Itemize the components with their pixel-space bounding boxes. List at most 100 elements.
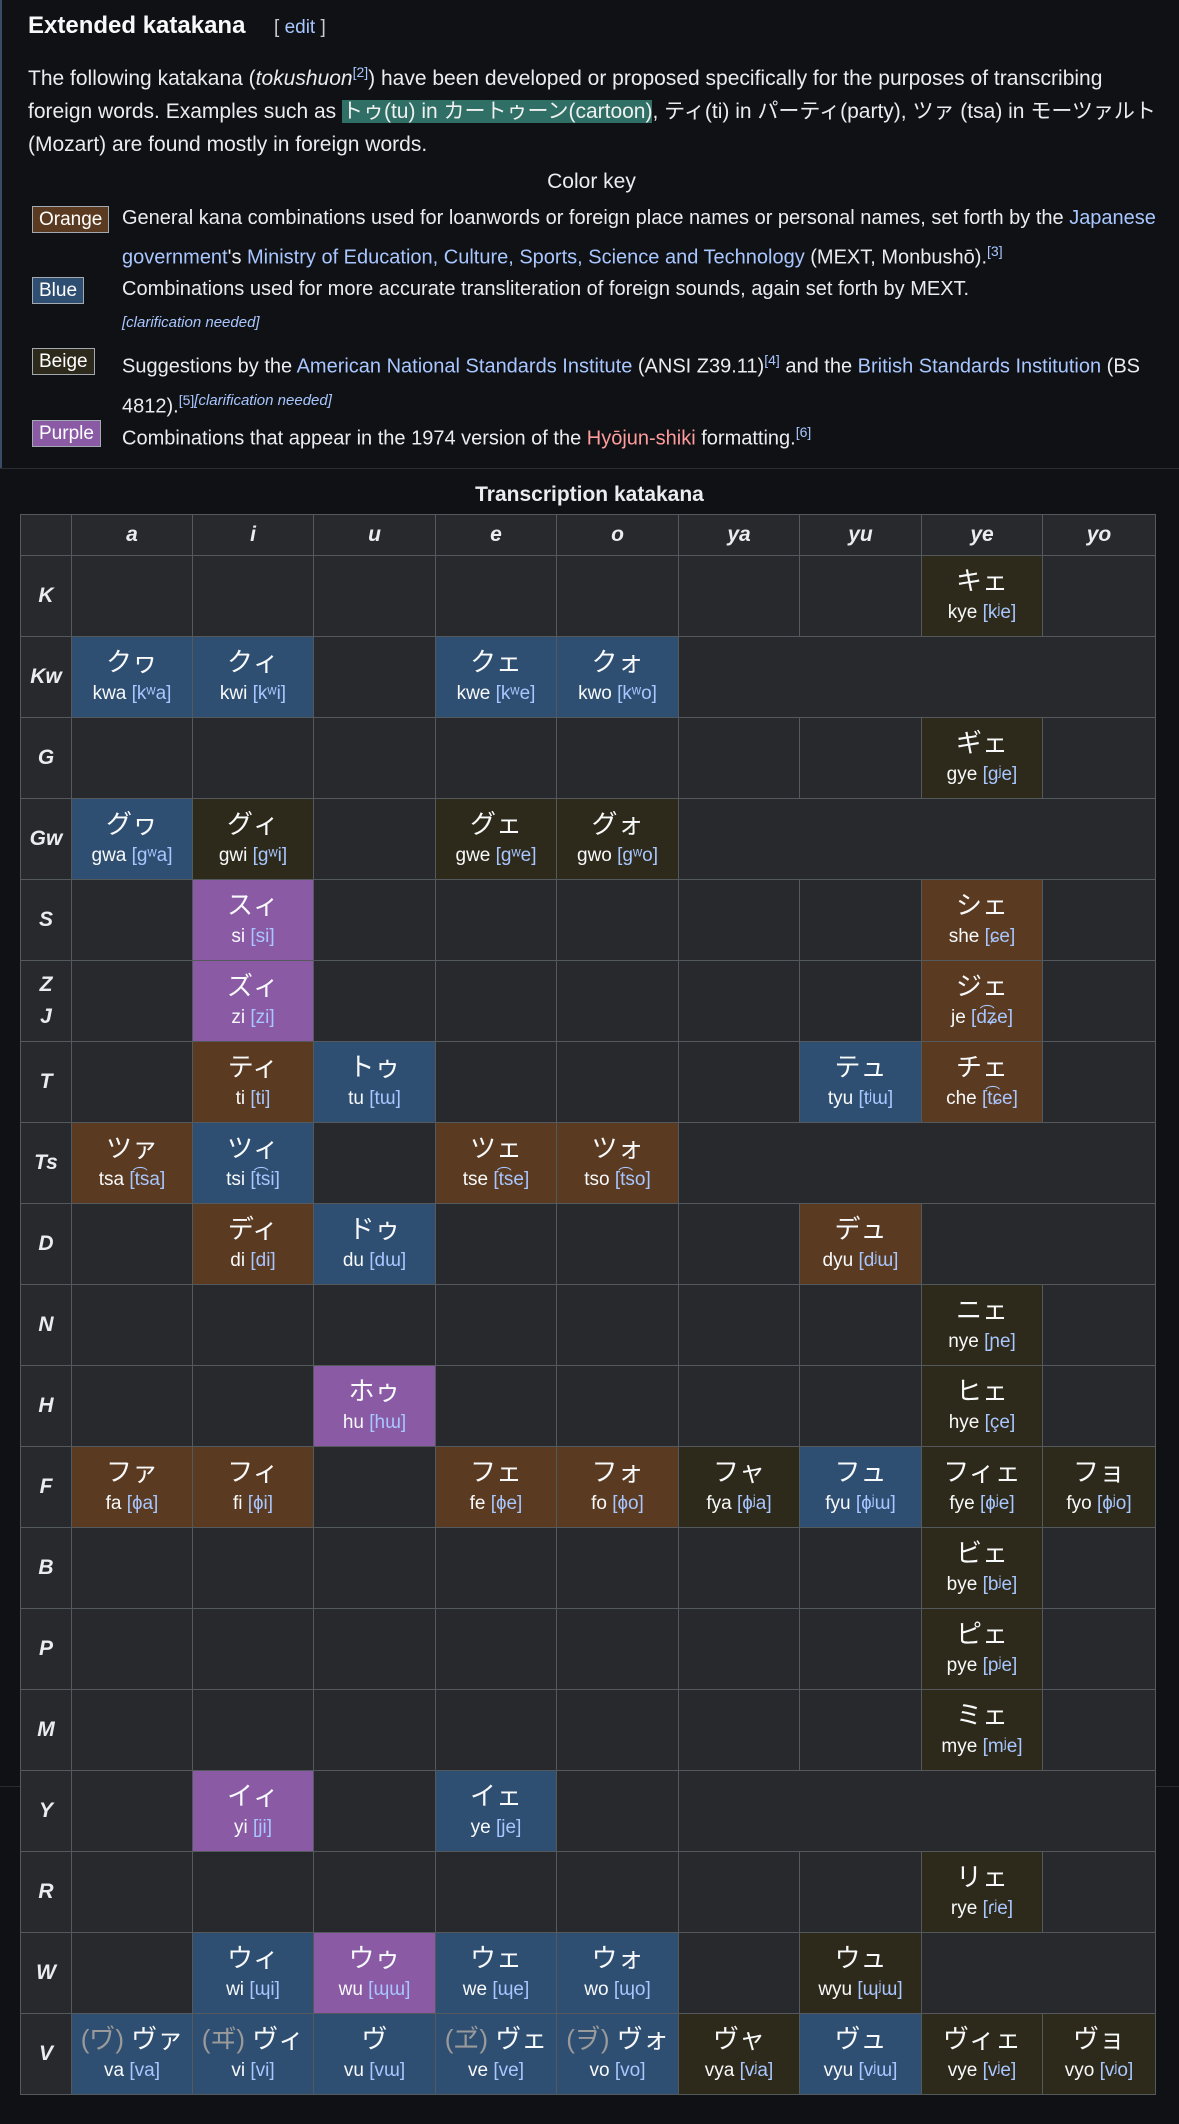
ipa-link[interactable]: [t͡sa] <box>129 1169 165 1190</box>
ipa-link[interactable]: [ɸʲɯ] <box>856 1493 896 1514</box>
kana-cell: キェ kye [kʲe] <box>921 555 1043 637</box>
ipa-link[interactable]: [vɯ] <box>369 2060 405 2081</box>
ipa-link[interactable]: [vo] <box>615 2060 646 2081</box>
ipa-link[interactable]: [kʷe] <box>496 683 536 704</box>
ipa-link[interactable]: [t͡ɕe] <box>982 1088 1018 1109</box>
kana-cell: デュ dyu [dʲɯ] <box>799 1203 922 1285</box>
edit-link[interactable]: edit <box>285 17 316 38</box>
ipa-link[interactable]: [je] <box>496 1817 521 1838</box>
hyojun-shiki-link[interactable]: Hyōjun-shiki <box>587 428 696 450</box>
romaji: tse <box>462 1169 494 1190</box>
ipa-link[interactable]: [va] <box>129 2060 160 2081</box>
clarification-needed-link[interactable]: [clarification needed] <box>194 392 332 409</box>
bsi-link[interactable]: British Standards Institution <box>858 356 1101 378</box>
ipa-link[interactable]: [ɰe] <box>492 1979 529 2000</box>
reference-link[interactable]: [3] <box>987 243 1003 259</box>
kana-glyph: フャ <box>712 1457 765 1487</box>
ipa-link[interactable]: [ɸe] <box>491 1493 523 1514</box>
kana-glyph: グォ <box>591 809 644 839</box>
romanization: tsa [t͡sa] <box>72 1165 192 1195</box>
ipa-link[interactable]: [ɡʷi] <box>253 845 287 866</box>
ipa-link[interactable]: [ɸa] <box>127 1493 159 1514</box>
ipa-link[interactable]: [kʷa] <box>132 683 172 704</box>
ipa-link[interactable]: [tʲɯ] <box>858 1088 893 1109</box>
kana-glyph: ディ <box>227 1214 279 1244</box>
ipa-link[interactable]: [kʷi] <box>253 683 286 704</box>
ipa-link[interactable]: [ɰo] <box>614 1979 651 2000</box>
ipa-link[interactable]: [di] <box>250 1250 275 1271</box>
ipa-link[interactable]: [dʲɯ] <box>858 1250 898 1271</box>
ipa-link[interactable]: [ɕe] <box>985 926 1016 947</box>
ipa-link[interactable]: [pʲe] <box>983 1655 1018 1676</box>
ipa-link[interactable]: [dɯ] <box>369 1250 406 1271</box>
table-row: N ニェ nye [ɲe] <box>20 1284 1156 1366</box>
romaji: pye <box>946 1655 983 1676</box>
clarification-needed-link[interactable]: [clarification needed] <box>122 314 260 331</box>
ipa-link[interactable]: [vi] <box>250 2060 274 2081</box>
romanization: nye [ɲe] <box>922 1327 1042 1357</box>
kana-glyph: テュ <box>834 1052 887 1082</box>
romaji: vyo <box>1064 2060 1100 2081</box>
ipa-link[interactable]: [d͡ʑe] <box>971 1007 1013 1028</box>
empty-cell <box>435 1041 557 1123</box>
ipa-link[interactable]: [ɡʷe] <box>496 845 537 866</box>
key-text: 's <box>227 246 247 269</box>
romanization: kye [kʲe] <box>922 598 1042 628</box>
ipa-link[interactable]: [si] <box>250 926 274 947</box>
kana-glyph: ファ <box>105 1457 158 1487</box>
kana-cell: ファ fa [ɸa] <box>71 1446 193 1528</box>
row-header: M <box>20 1689 72 1771</box>
reference-link[interactable]: [6] <box>796 424 812 440</box>
romanization: rye [ɾʲe] <box>922 1894 1042 1924</box>
ipa-link[interactable]: [vʲe] <box>983 2060 1017 2081</box>
reference-link[interactable]: [2] <box>353 64 369 80</box>
ipa-link[interactable]: [vʲɯ] <box>858 2060 897 2081</box>
ipa-link[interactable]: [ve] <box>493 2060 524 2081</box>
ipa-link[interactable]: [ti] <box>250 1088 270 1109</box>
ipa-link[interactable]: [ji] <box>253 1817 272 1838</box>
ipa-link[interactable]: [mʲe] <box>983 1736 1023 1757</box>
ipa-link[interactable]: [ɾʲe] <box>983 1898 1013 1919</box>
ipa-link[interactable]: [ɰʲɯ] <box>857 1979 902 2000</box>
ipa-link[interactable]: [ɸo] <box>612 1493 644 1514</box>
ansi-link[interactable]: American National Standards Institute <box>297 356 633 378</box>
romanization: gwo [ɡʷo] <box>557 841 678 871</box>
romanization: fyo [ɸʲo] <box>1043 1489 1155 1519</box>
ipa-link[interactable]: [kʷo] <box>617 683 657 704</box>
table-row: R リェ rye [ɾʲe] <box>20 1851 1156 1933</box>
empty-cell <box>556 1284 679 1366</box>
ipa-link[interactable]: [ɡʷa] <box>132 845 173 866</box>
ipa-link[interactable]: [t͡se] <box>493 1169 529 1190</box>
ipa-link[interactable]: [vʲo] <box>1100 2060 1134 2081</box>
ipa-link[interactable]: [ɸʲe] <box>980 1493 1015 1514</box>
romanization: tso [t͡so] <box>557 1165 678 1195</box>
ipa-link[interactable]: [t͡so] <box>615 1169 651 1190</box>
ipa-link[interactable]: [kʲe] <box>983 602 1017 623</box>
reference-link[interactable]: [5] <box>179 392 195 408</box>
ipa-link[interactable]: [ɸʲa] <box>737 1493 772 1514</box>
romanization: we [ɰe] <box>436 1975 556 2005</box>
ipa-link[interactable]: [ɲe] <box>984 1331 1016 1352</box>
ipa-link[interactable]: [ɸi] <box>248 1493 273 1514</box>
ipa-link[interactable]: [vʲa] <box>740 2060 774 2081</box>
ipa-link[interactable]: [t͡si] <box>250 1169 280 1190</box>
romanization: kwo [kʷo] <box>557 679 678 709</box>
ipa-link[interactable]: [hɯ] <box>369 1412 406 1433</box>
ipa-link[interactable]: [tɯ] <box>369 1088 401 1109</box>
ipa-link[interactable]: [ɸʲo] <box>1097 1493 1132 1514</box>
ipa-link[interactable]: [ɰɯ] <box>368 1979 410 2000</box>
romaji: ye <box>470 1817 496 1838</box>
empty-cell <box>313 717 436 799</box>
table-row: F ファ fa [ɸa] フィ fi [ɸi] フェ fe [ɸe] フォ fo [ɸo] フャ f… <box>20 1446 1156 1528</box>
ipa-link[interactable]: [çe] <box>985 1412 1016 1433</box>
ipa-link[interactable]: [ɡʷo] <box>617 845 658 866</box>
mext-link[interactable]: Ministry of Education, Culture, Sports, … <box>247 247 805 269</box>
romanization: je [d͡ʑe] <box>922 1003 1042 1033</box>
romaji: kwa <box>92 683 132 704</box>
ipa-link[interactable]: [bʲe] <box>983 1574 1018 1595</box>
ipa-link[interactable]: [ɰi] <box>249 1979 280 2000</box>
ipa-link[interactable]: [ɡʲe] <box>983 764 1018 785</box>
ipa-link[interactable]: [zi] <box>250 1007 274 1028</box>
purple-description: Combinations that appear in the 1974 ver… <box>122 416 1179 456</box>
reference-link[interactable]: [4] <box>764 352 780 368</box>
